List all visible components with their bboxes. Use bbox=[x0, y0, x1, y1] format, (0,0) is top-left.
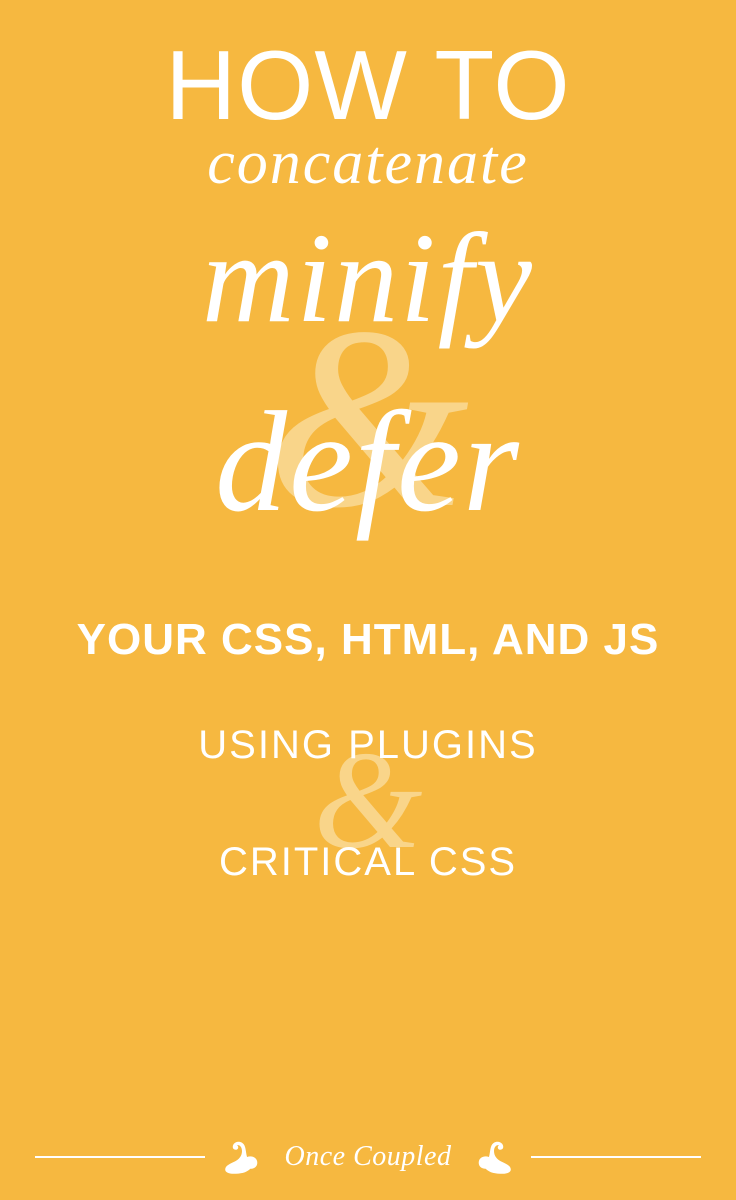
methods-critical-css: CRITICAL CSS bbox=[60, 840, 676, 885]
subtitle: YOUR CSS, HTML, AND JS bbox=[60, 615, 676, 665]
title-minify: minify bbox=[60, 205, 676, 352]
divider-right bbox=[531, 1156, 701, 1158]
title-block: HOW TO concatenate & minify defer YOUR C… bbox=[60, 36, 676, 885]
methods-block: & USING PLUGINS CRITICAL CSS bbox=[60, 723, 676, 885]
title-howto: HOW TO bbox=[60, 36, 676, 134]
swan-icon-right bbox=[473, 1136, 515, 1178]
divider-left bbox=[35, 1156, 205, 1158]
footer: Once Coupled bbox=[0, 1136, 736, 1178]
promo-card: HOW TO concatenate & minify defer YOUR C… bbox=[0, 0, 736, 1200]
methods-plugins: USING PLUGINS bbox=[60, 723, 676, 768]
title-concatenate: concatenate bbox=[60, 128, 676, 199]
brand-name: Once Coupled bbox=[279, 1141, 458, 1173]
title-defer: defer bbox=[60, 380, 676, 545]
swan-icon-left bbox=[221, 1136, 263, 1178]
